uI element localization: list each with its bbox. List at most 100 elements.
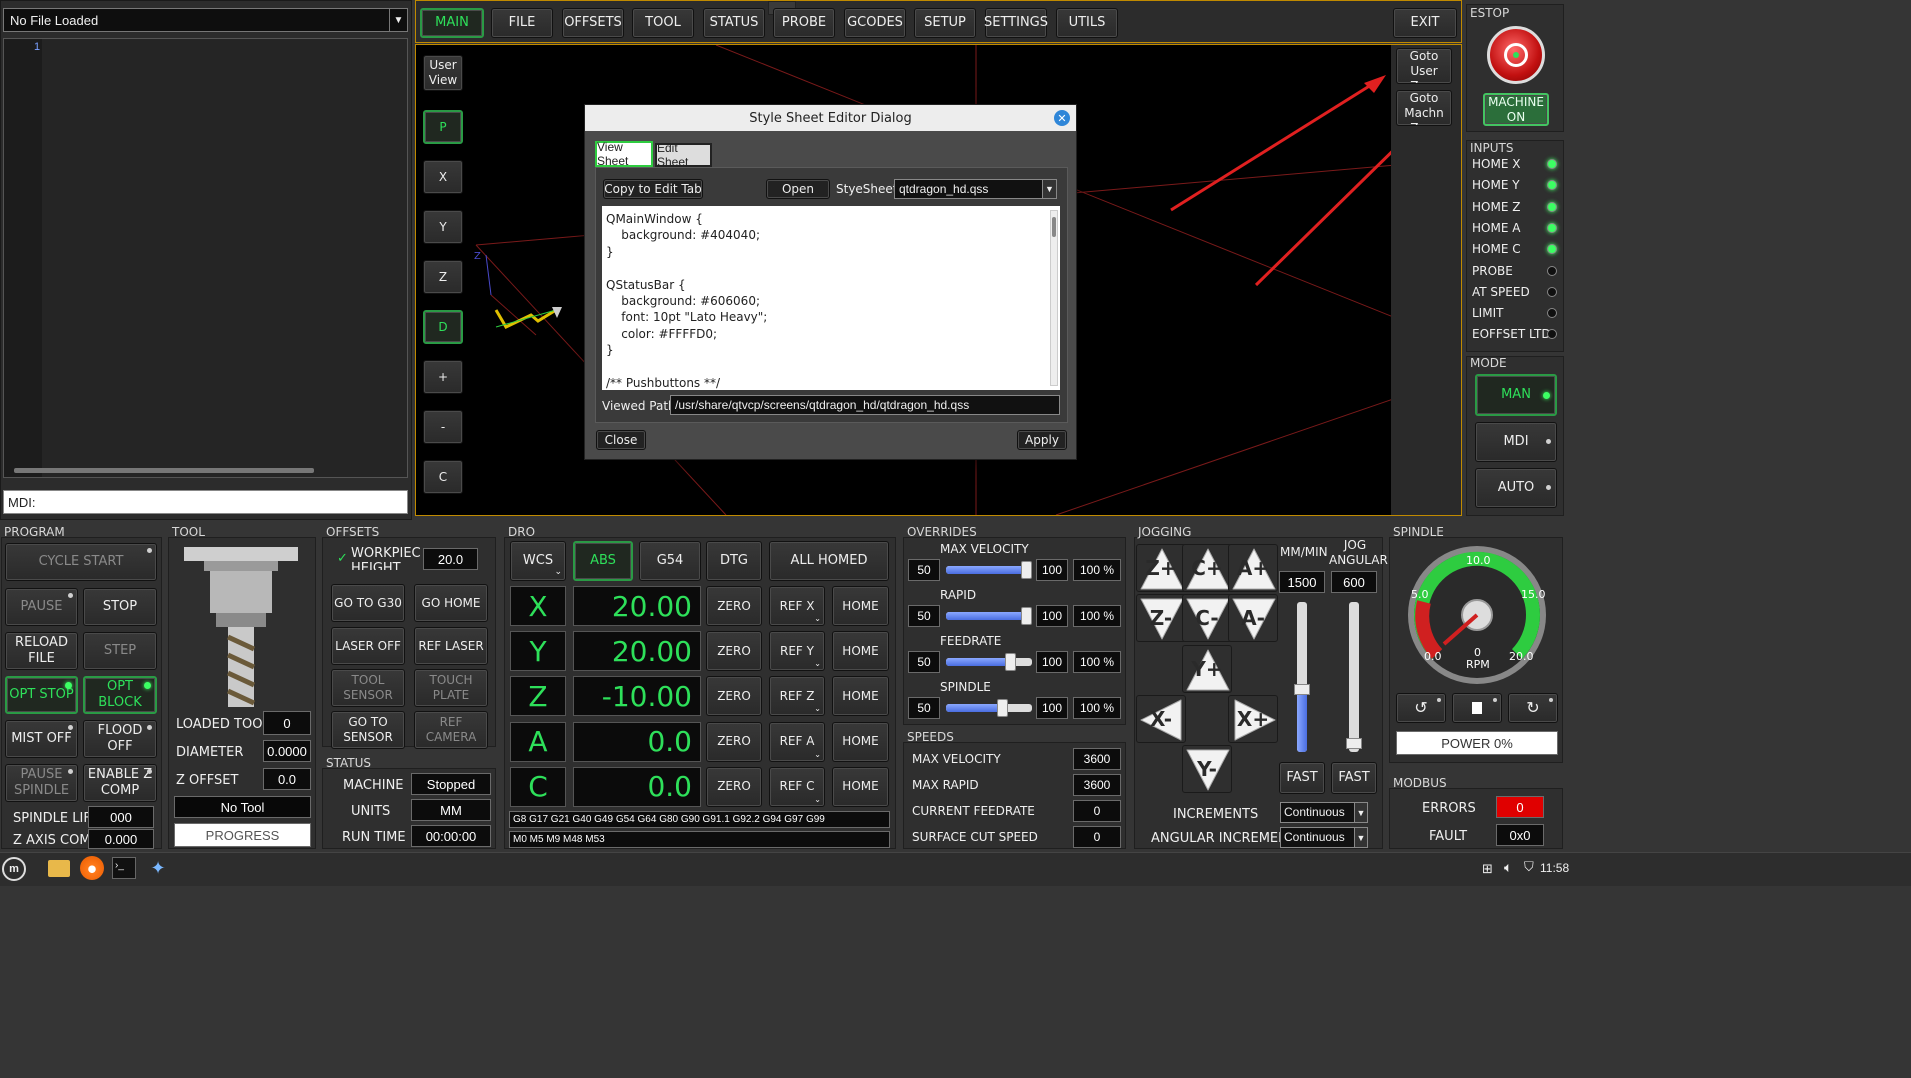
copy-to-edit-button[interactable]: Copy to Edit Tab (603, 179, 703, 199)
override-slider-2[interactable] (946, 653, 1032, 671)
tab-probe[interactable]: PROBE (773, 8, 835, 38)
viewed-path-field[interactable]: /usr/share/qtvcp/screens/qtdragon_hd/qtd… (670, 395, 1060, 415)
ref-y-button[interactable]: REF Y ⌄ (769, 631, 825, 672)
spindle-ccw-button[interactable]: ↺ (1396, 693, 1446, 723)
editor-hscroll[interactable] (14, 468, 314, 473)
gcode-editor[interactable]: 1 (3, 38, 408, 478)
home-c-button[interactable]: HOME (832, 766, 889, 807)
wcs-button[interactable]: WCS ⌄ (510, 541, 566, 581)
offset-button-tool-sensor[interactable]: TOOL SENSOR (331, 669, 405, 707)
view-button-p[interactable]: P (423, 110, 463, 144)
jog-y-minusplus[interactable]: Y+ (1182, 645, 1232, 693)
goto-machine-zero-button[interactable]: Goto Machn Zero (1396, 90, 1452, 126)
spindle-stop-button[interactable] (1452, 693, 1502, 723)
mist-button[interactable]: MIST OFF (5, 720, 78, 758)
angular-increment-select[interactable]: Continuous ▼ (1280, 827, 1368, 848)
dtg-button[interactable]: DTG (706, 541, 762, 581)
close-button[interactable]: Close (596, 430, 646, 450)
step-button[interactable]: STEP (83, 632, 157, 670)
jog-c-minus[interactable]: C- (1182, 594, 1232, 642)
diameter-field[interactable]: 0.0000 (263, 740, 311, 762)
loaded-tool-field[interactable]: 0 (263, 711, 311, 735)
slider-handle[interactable] (1021, 561, 1032, 579)
g54-button[interactable]: G54 (639, 541, 701, 581)
jog-z-minus[interactable]: Z- (1136, 594, 1186, 642)
zero-z-button[interactable]: ZERO (706, 676, 762, 717)
mm-min-field[interactable]: 1500 (1279, 571, 1325, 593)
jog-linear-slider[interactable] (1294, 602, 1310, 752)
tab-utils[interactable]: UTILS (1056, 8, 1118, 38)
menu-icon[interactable]: m (2, 857, 26, 881)
jog-fast-linear-button[interactable]: FAST (1279, 762, 1325, 794)
view-button-plus[interactable]: + (423, 360, 463, 394)
home-a-button[interactable]: HOME (832, 721, 889, 762)
jog-angular-field[interactable]: 600 (1331, 571, 1377, 593)
zero-x-button[interactable]: ZERO (706, 586, 762, 626)
close-icon[interactable]: ✕ (1054, 110, 1070, 126)
jog-x-minus[interactable]: X- (1136, 695, 1186, 743)
code-view[interactable]: QMainWindow { background: #404040;} QStat… (602, 206, 1060, 390)
workpiece-check-icon[interactable]: ✓ (337, 550, 348, 566)
terminal-icon[interactable]: ›_ (112, 857, 136, 879)
view-button-x[interactable]: X (423, 160, 463, 194)
all-homed-button[interactable]: ALL HOMED (769, 541, 889, 581)
offset-button-go-to-sensor[interactable]: GO TO SENSOR (331, 711, 405, 749)
axis-button-z[interactable]: Z (510, 676, 566, 717)
tab-settings[interactable]: SETTINGS (984, 8, 1048, 38)
reload-file-button[interactable]: RELOAD FILE (5, 632, 78, 670)
axis-button-x[interactable]: X (510, 586, 566, 626)
tab-file[interactable]: FILE (491, 8, 553, 38)
ref-c-button[interactable]: REF C ⌄ (769, 766, 825, 807)
tab-edit-sheet[interactable]: Edit Sheet (655, 141, 712, 169)
pause-spindle-button[interactable]: PAUSE SPINDLE (5, 764, 78, 802)
home-x-button[interactable]: HOME (832, 586, 889, 626)
axis-button-y[interactable]: Y (510, 631, 566, 672)
tab-tool[interactable]: TOOL (632, 8, 694, 38)
jog-c-minusplus[interactable]: C+ (1182, 544, 1232, 592)
open-button[interactable]: Open (766, 179, 830, 199)
jog-fast-angular-button[interactable]: FAST (1331, 762, 1377, 794)
volume-icon[interactable]: 🔈︎ (1504, 859, 1512, 876)
slider-handle[interactable] (997, 699, 1008, 717)
apply-button[interactable]: Apply (1017, 430, 1067, 450)
stylesheet-select[interactable]: qtdragon_hd.qss ▼ (894, 179, 1057, 199)
increments-select[interactable]: Continuous ▼ (1280, 802, 1368, 823)
zero-a-button[interactable]: ZERO (706, 721, 762, 762)
exit-button[interactable]: EXIT (1393, 8, 1457, 38)
tab-offsets[interactable]: OFFSETS (562, 8, 624, 38)
jog-y-minus[interactable]: Y- (1182, 745, 1232, 793)
override-slider-3[interactable] (946, 699, 1032, 717)
enable-zcomp-button[interactable]: ENABLE Z COMP (83, 764, 157, 802)
shield-icon[interactable]: ⛉ (1524, 859, 1534, 875)
cycle-start-button[interactable]: CYCLE START (5, 543, 157, 581)
view-button-user-view[interactable]: User View (423, 55, 463, 91)
mode-man-button[interactable]: MAN (1475, 374, 1557, 416)
machine-on-button[interactable]: MACHINE ON (1483, 93, 1549, 126)
slider-handle[interactable] (1021, 607, 1032, 625)
jog-x-minusplus[interactable]: X+ (1228, 695, 1278, 743)
override-slider-0[interactable] (946, 561, 1032, 579)
network-icon[interactable]: ⊞ (1482, 861, 1493, 877)
view-button-y[interactable]: Y (423, 210, 463, 244)
tab-setup[interactable]: SETUP (914, 8, 976, 38)
chevron-down-icon[interactable]: ▼ (389, 9, 407, 31)
offset-button-touch-plate[interactable]: TOUCH PLATE (414, 669, 488, 707)
view-button-minus[interactable]: - (423, 410, 463, 444)
tab-status[interactable]: STATUS (703, 8, 765, 38)
abs-button[interactable]: ABS (573, 541, 633, 581)
linuxcnc-icon[interactable]: ✦ (146, 856, 170, 880)
override-slider-1[interactable] (946, 607, 1032, 625)
spindle-cw-button[interactable]: ↻ (1508, 693, 1558, 723)
jog-angular-slider[interactable] (1346, 602, 1362, 752)
tab-gcodes[interactable]: GCODES (844, 8, 906, 38)
offset-button-ref-camera[interactable]: REF CAMERA (414, 711, 488, 749)
jog-a-minusplus[interactable]: A+ (1228, 544, 1278, 592)
zero-c-button[interactable]: ZERO (706, 766, 762, 807)
folder-icon[interactable] (48, 860, 70, 877)
jog-a-minus[interactable]: A- (1228, 594, 1278, 642)
view-button-z[interactable]: Z (423, 260, 463, 294)
estop-button[interactable] (1487, 26, 1545, 84)
view-button-c[interactable]: C (423, 460, 463, 494)
zoffset-field[interactable]: 0.0 (263, 768, 311, 790)
offset-button-go-home[interactable]: GO HOME (414, 584, 488, 622)
